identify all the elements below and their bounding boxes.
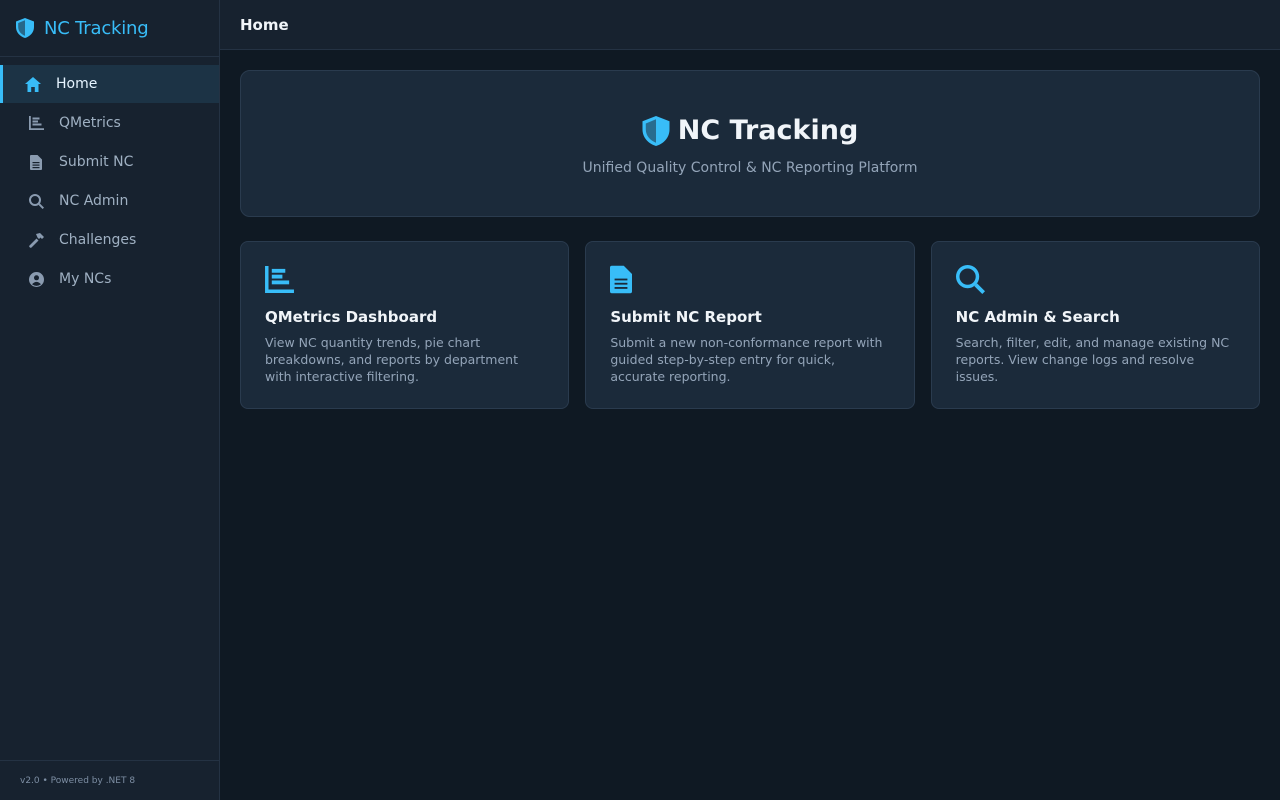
feature-cards: QMetrics Dashboard View NC quantity tren… [240, 241, 1260, 409]
content: NC Tracking Unified Quality Control & NC… [220, 50, 1280, 429]
search-icon [955, 264, 1235, 294]
sidebar-item-label: NC Admin [59, 193, 129, 209]
hammer-icon [28, 232, 44, 248]
brand-name: NC Tracking [44, 17, 149, 39]
hero-banner: NC Tracking Unified Quality Control & NC… [240, 70, 1260, 217]
card-nc-admin-search[interactable]: NC Admin & Search Search, filter, edit, … [930, 241, 1260, 409]
card-description: Search, filter, edit, and manage existin… [955, 335, 1230, 384]
user-circle-icon [28, 271, 44, 287]
sidebar-item-submit-nc[interactable]: Submit NC [0, 143, 219, 181]
home-icon [25, 76, 41, 92]
card-submit-nc-report[interactable]: Submit NC Report Submit a new non-confor… [585, 241, 915, 409]
chart-icon [265, 264, 544, 294]
sidebar-item-label: My NCs [59, 271, 112, 287]
card-title: Submit NC Report [610, 308, 762, 326]
card-description: View NC quantity trends, pie chart break… [265, 335, 518, 384]
document-icon [610, 264, 889, 294]
sidebar-item-label: Submit NC [59, 154, 134, 170]
search-icon [28, 193, 44, 209]
sidebar-item-home[interactable]: Home [0, 65, 219, 103]
sidebar-item-nc-admin[interactable]: NC Admin [0, 182, 219, 220]
shield-icon [642, 115, 670, 146]
sidebar-footer: v2.0 • Powered by .NET 8 [0, 760, 219, 800]
main-area: Home NC Tracking Unified Quality Control… [220, 0, 1280, 800]
card-title: QMetrics Dashboard [265, 308, 438, 326]
card-description: Submit a new non-conformance report with… [610, 335, 883, 384]
document-icon [28, 154, 44, 170]
hero-subtitle: Unified Quality Control & NC Reporting P… [582, 160, 918, 176]
sidebar-nav: Home QMetrics Submit NC NC Admin Challen… [0, 57, 219, 760]
sidebar: NC Tracking Home QMetrics Submit NC NC A… [0, 0, 220, 800]
sidebar-item-challenges[interactable]: Challenges [0, 221, 219, 259]
card-qmetrics-dashboard[interactable]: QMetrics Dashboard View NC quantity tren… [240, 241, 570, 409]
shield-icon [16, 18, 34, 38]
brand[interactable]: NC Tracking [0, 0, 219, 57]
card-title: NC Admin & Search [955, 308, 1120, 326]
sidebar-item-label: Home [56, 76, 98, 92]
chart-icon [28, 115, 44, 131]
sidebar-item-my-ncs[interactable]: My NCs [0, 260, 219, 298]
sidebar-item-label: Challenges [59, 232, 137, 248]
hero-title-text: NC Tracking [677, 115, 859, 146]
page-title: Home [220, 0, 1280, 50]
sidebar-item-label: QMetrics [59, 115, 121, 131]
sidebar-item-qmetrics[interactable]: QMetrics [0, 104, 219, 142]
hero-title: NC Tracking [642, 115, 859, 146]
